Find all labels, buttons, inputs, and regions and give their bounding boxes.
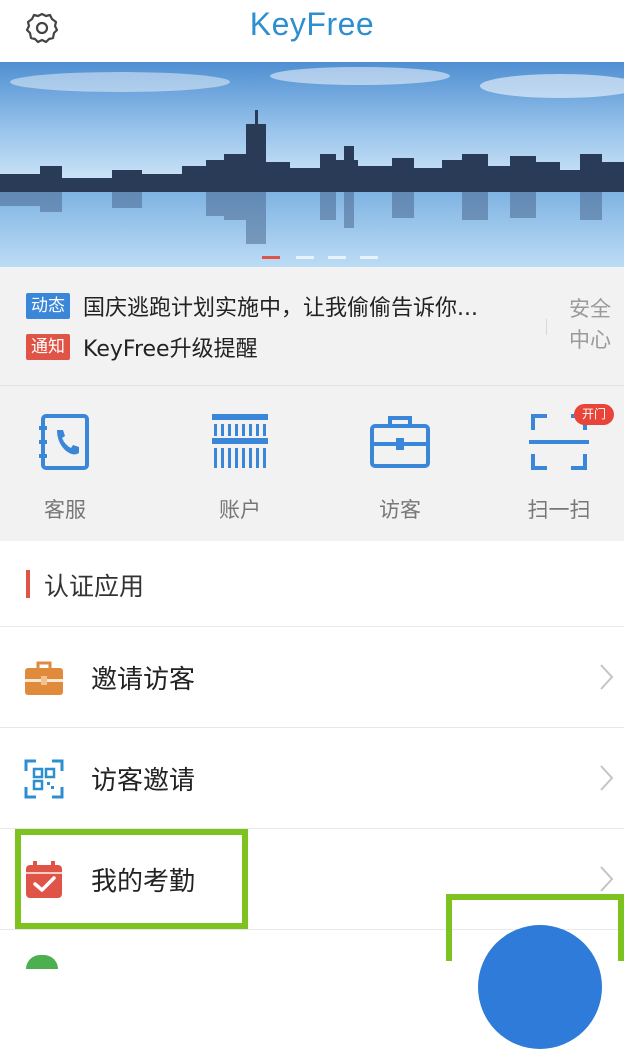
highlight-box-attendance	[15, 829, 248, 929]
section-marker	[26, 570, 30, 598]
quick-actions: 客服 账户 访客 扫一扫	[0, 385, 624, 542]
quick-action-label: 客服	[44, 498, 86, 522]
security-center-line1: 安全	[569, 297, 611, 321]
open-door-badge: 开门	[574, 404, 614, 425]
security-center-line2: 中心	[569, 328, 611, 352]
chevron-right-icon	[598, 663, 614, 691]
news-tag: 动态	[26, 293, 70, 319]
chevron-right-icon	[598, 865, 614, 893]
quick-action-service[interactable]: 客服	[0, 386, 130, 542]
announcement-text: KeyFree升级提醒	[83, 337, 258, 362]
announcement-notice[interactable]: 通知 KeyFree升级提醒	[26, 332, 258, 362]
quick-action-account[interactable]: 账户	[175, 386, 305, 542]
chevron-right-icon	[598, 764, 614, 792]
quick-action-label: 账户	[219, 498, 261, 522]
quick-action-label: 扫一扫	[527, 498, 591, 522]
news-text: 国庆逃跑计划实施中，让我偷偷告诉你...	[83, 296, 478, 321]
highlight-box-fab	[446, 894, 624, 961]
security-center-link[interactable]: 安全 中心	[560, 294, 620, 356]
app-row-label: 邀请访客	[91, 665, 196, 695]
app-row-invite-visitor[interactable]: 邀请访客	[0, 627, 624, 728]
app-title: KeyFree	[249, 6, 375, 42]
phone-book-icon	[33, 410, 97, 474]
quick-action-visitor[interactable]: 访客	[335, 386, 465, 542]
top-bar: KeyFree	[0, 0, 624, 62]
app-row-label: 访客邀请	[91, 766, 196, 796]
quick-action-label: 访客	[379, 498, 421, 522]
divider	[546, 319, 547, 335]
briefcase-icon	[24, 658, 64, 698]
section-title: 认证应用	[44, 572, 145, 601]
qr-scan-icon	[24, 759, 64, 799]
briefcase-icon	[368, 410, 432, 474]
barcode-icon	[208, 410, 272, 474]
pager-dot-active	[262, 256, 280, 259]
next-row-icon	[26, 955, 58, 969]
announcement-tag: 通知	[26, 334, 70, 360]
app-row-visitor-invitation[interactable]: 访客邀请	[0, 728, 624, 829]
section-header: 认证应用	[0, 541, 624, 627]
notice-panel: 动态 国庆逃跑计划实施中，让我偷偷告诉你... 通知 KeyFree升级提醒	[0, 267, 624, 385]
news-notice[interactable]: 动态 国庆逃跑计划实施中，让我偷偷告诉你...	[26, 291, 478, 321]
banner-carousel[interactable]	[0, 62, 624, 267]
